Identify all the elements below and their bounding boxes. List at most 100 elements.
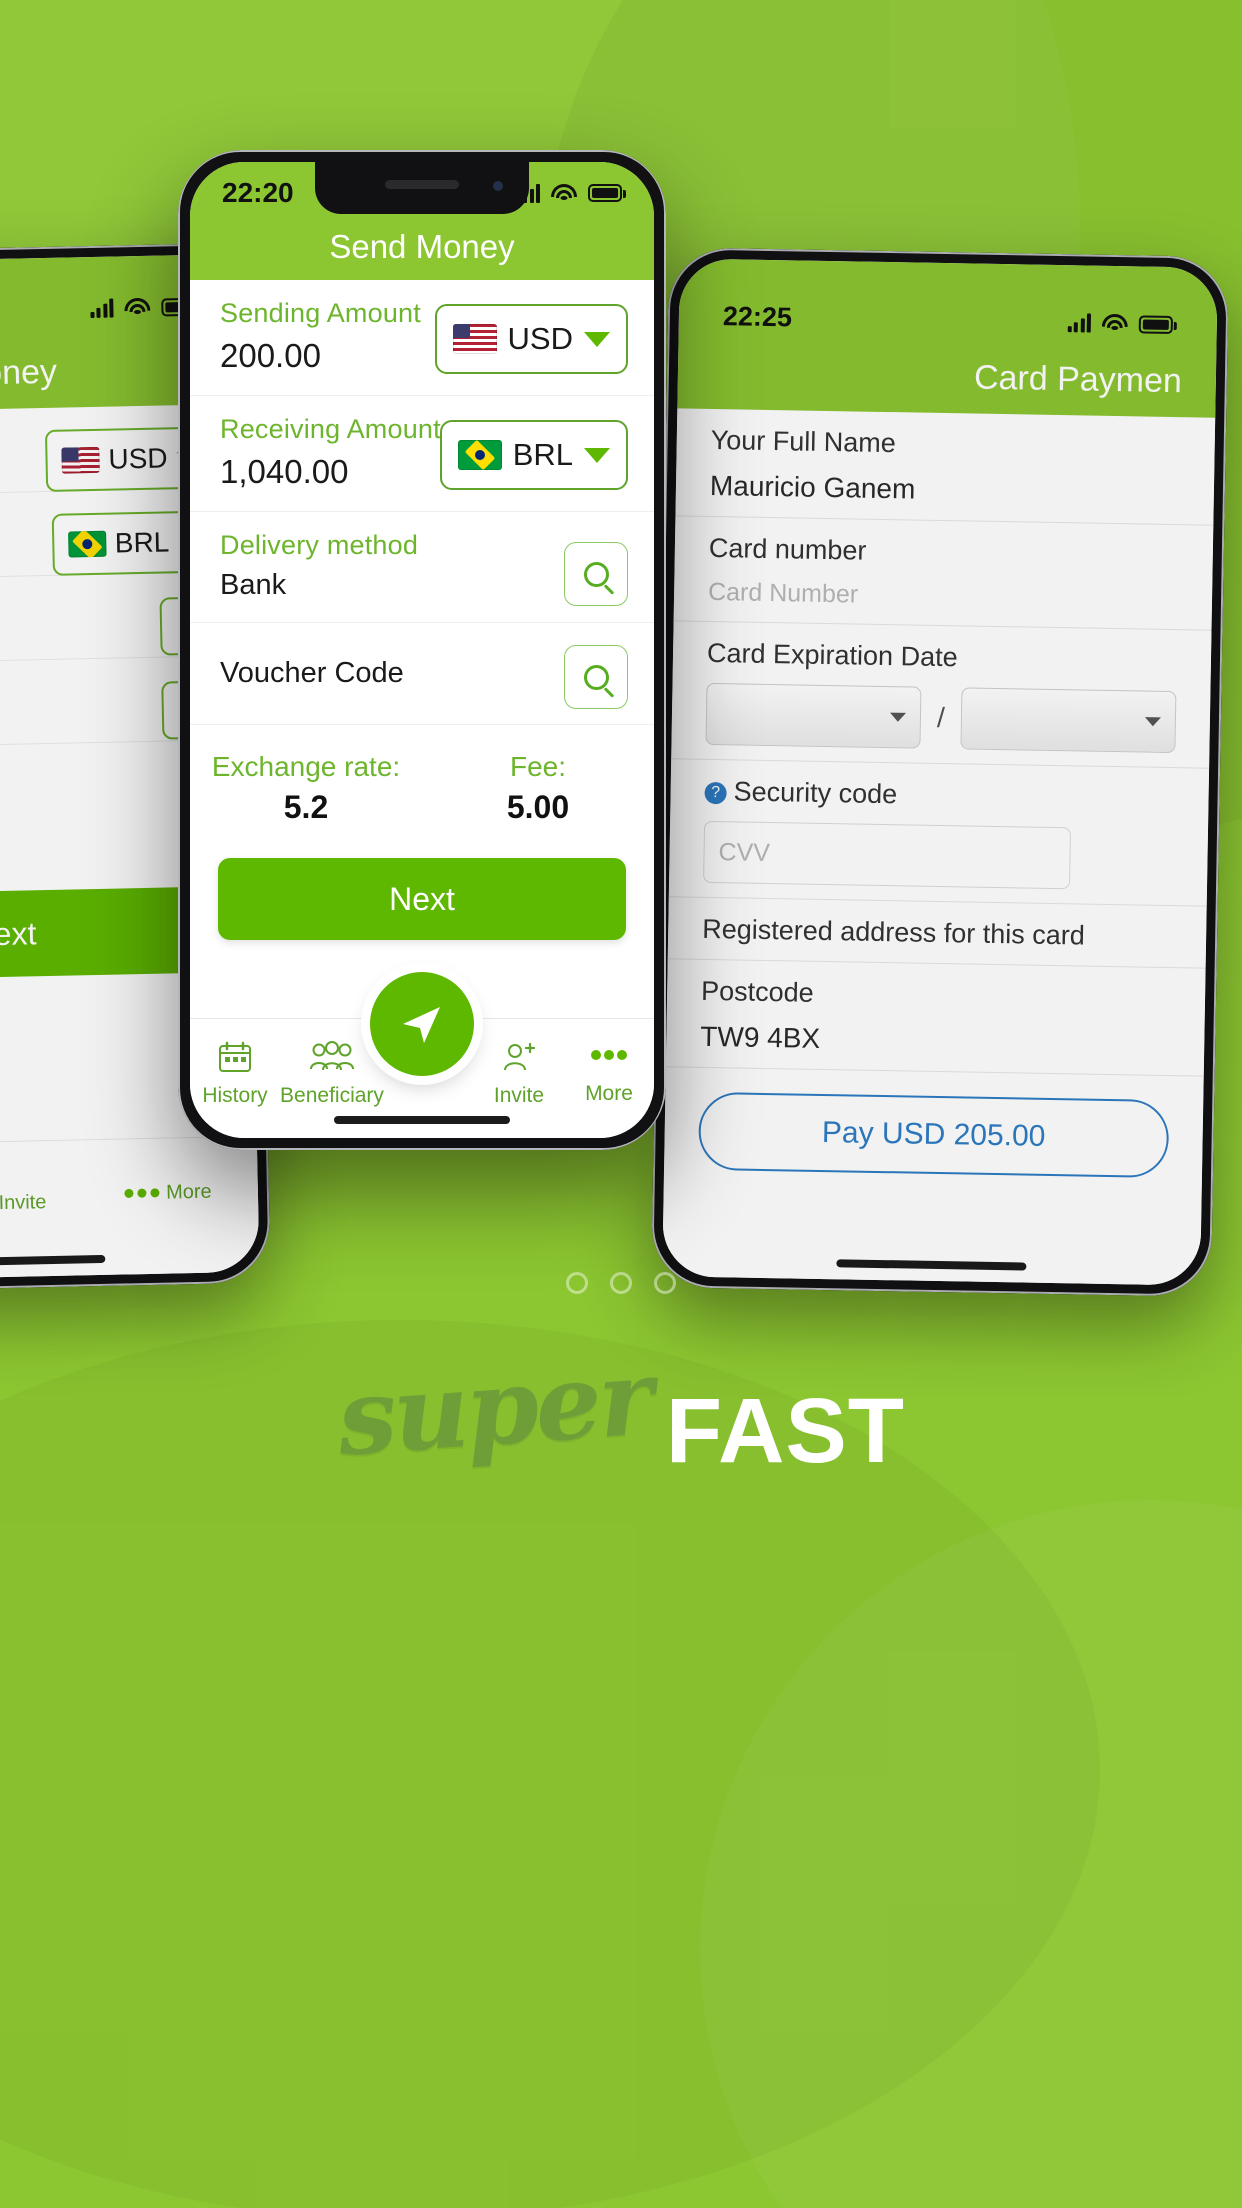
postcode-label: Postcode bbox=[700, 975, 814, 1008]
sending-amount-row: Sending Amount 200.00 USD bbox=[190, 280, 654, 396]
carousel-dot[interactable] bbox=[610, 1272, 632, 1294]
exchange-rate-value: 5.2 bbox=[283, 789, 329, 825]
form-body: Sending Amount 200.00 USD Receiving Amou… bbox=[190, 280, 654, 940]
poster-stage: d Money USD BRL bbox=[0, 0, 1242, 2208]
delivery-method-search-button[interactable] bbox=[564, 542, 628, 606]
full-name-value[interactable]: Mauricio Ganem bbox=[710, 470, 1180, 510]
front-camera bbox=[493, 181, 503, 191]
page-title: Send Money bbox=[329, 228, 515, 265]
receiving-currency-selector[interactable]: BRL bbox=[439, 420, 628, 490]
left-tab-more-label: More bbox=[165, 1180, 212, 1204]
sending-currency-selector[interactable]: USD bbox=[434, 304, 628, 374]
exchange-rate-block: Exchange rate: 5.2 bbox=[190, 751, 422, 826]
expiry-year-select[interactable] bbox=[960, 687, 1177, 754]
security-code-label: ? Security code bbox=[704, 776, 1174, 815]
tab-invite-label: Invite bbox=[493, 1084, 545, 1107]
right-header-title: Card Paymen bbox=[973, 358, 1183, 401]
voucher-code-row: Voucher Code bbox=[190, 623, 654, 725]
help-icon[interactable]: ? bbox=[704, 781, 727, 805]
people-icon bbox=[309, 1041, 354, 1071]
tagline-script: super bbox=[333, 1335, 655, 1480]
expiry-label: Card Expiration Date bbox=[706, 637, 958, 673]
right-field-registered-address: Registered address for this card bbox=[667, 897, 1207, 969]
right-status-time: 22:25 bbox=[722, 301, 793, 333]
send-fab-button[interactable] bbox=[370, 972, 474, 1076]
postcode-value[interactable]: TW9 4BX bbox=[700, 1021, 1170, 1061]
registered-address-label: Registered address for this card bbox=[701, 913, 1086, 951]
search-icon bbox=[583, 664, 609, 690]
tab-more-label: More bbox=[585, 1082, 633, 1105]
status-icons bbox=[516, 183, 626, 203]
center-phone-mockup: 22:20 Send Money Sending Amount 200.00 U… bbox=[178, 150, 666, 1150]
tab-invite[interactable]: Invite bbox=[474, 1041, 564, 1108]
wifi-icon bbox=[124, 297, 151, 318]
next-button[interactable]: Next bbox=[218, 858, 626, 940]
wifi-icon bbox=[551, 183, 577, 203]
tab-more[interactable]: More bbox=[564, 1041, 654, 1106]
right-field-security-code: ? Security code CVV bbox=[668, 759, 1210, 907]
right-field-full-name: Your Full Name Mauricio Ganem bbox=[675, 408, 1216, 526]
card-number-label: Card number bbox=[708, 532, 867, 566]
right-phone-header: 22:25 Card Paymen bbox=[677, 258, 1218, 418]
summary-row: Exchange rate: 5.2 Fee: 5.00 bbox=[190, 725, 654, 848]
br-flag-icon bbox=[457, 440, 502, 470]
sending-currency-label: USD bbox=[507, 321, 573, 356]
signal-icon bbox=[1067, 313, 1092, 333]
wifi-icon bbox=[1101, 313, 1129, 333]
carousel-dots[interactable] bbox=[0, 1272, 1242, 1294]
left-tab-more[interactable]: More bbox=[122, 1181, 212, 1206]
pay-button[interactable]: Pay USD 205.00 bbox=[698, 1091, 1170, 1179]
us-flag-icon bbox=[61, 446, 100, 474]
expiry-separator: / bbox=[936, 701, 946, 734]
ellipsis-icon bbox=[124, 1188, 160, 1198]
tagline-bold: FAST bbox=[665, 1380, 905, 1483]
home-indicator bbox=[334, 1116, 510, 1124]
ellipsis-icon bbox=[591, 1050, 627, 1060]
chevron-down-icon bbox=[584, 447, 610, 463]
chevron-down-icon bbox=[584, 331, 610, 347]
right-phone-mockup: 22:25 Card Paymen Your Full Name Maurici… bbox=[650, 247, 1230, 1297]
chevron-down-icon bbox=[1144, 717, 1161, 727]
search-icon bbox=[583, 561, 609, 587]
tab-beneficiary-label: Beneficiary bbox=[280, 1084, 384, 1107]
exchange-rate-label: Exchange rate: bbox=[211, 751, 401, 782]
voucher-search-button[interactable] bbox=[564, 645, 628, 709]
card-number-input[interactable]: Card Number bbox=[708, 578, 1178, 615]
delivery-method-row: Delivery method Bank bbox=[190, 512, 654, 623]
tab-history-label: History bbox=[202, 1084, 268, 1107]
left-tab-invite[interactable]: Invite bbox=[0, 1178, 47, 1216]
fee-label: Fee: bbox=[509, 751, 567, 782]
expiry-controls: / bbox=[705, 682, 1177, 754]
battery-icon bbox=[1138, 314, 1174, 334]
cvv-input[interactable]: CVV bbox=[703, 820, 1071, 890]
send-paper-plane-icon bbox=[403, 1007, 440, 1043]
phone-notch bbox=[315, 162, 529, 214]
full-name-label: Your Full Name bbox=[710, 424, 897, 459]
add-person-icon bbox=[503, 1042, 536, 1071]
right-field-card-number: Card number Card Number bbox=[673, 516, 1214, 631]
tab-beneficiary[interactable]: Beneficiary bbox=[280, 1041, 384, 1108]
fee-block: Fee: 5.00 bbox=[422, 751, 654, 826]
left-usd-label: USD bbox=[108, 442, 168, 475]
carousel-dot[interactable] bbox=[566, 1272, 588, 1294]
left-tab-bar: Invite More bbox=[0, 1135, 260, 1257]
right-phone-body: Your Full Name Mauricio Ganem Card numbe… bbox=[662, 408, 1216, 1286]
expiry-month-select[interactable] bbox=[705, 682, 922, 749]
br-flag-icon bbox=[67, 530, 107, 558]
left-tab-invite-label: Invite bbox=[0, 1190, 47, 1214]
chevron-down-icon bbox=[889, 712, 907, 722]
receiving-amount-row: Receiving Amount 1,040.00 BRL bbox=[190, 396, 654, 512]
right-status-bar: 22:25 bbox=[679, 300, 1217, 340]
receiving-currency-label: BRL bbox=[512, 437, 573, 472]
calendar-icon bbox=[219, 1041, 252, 1072]
tab-history[interactable]: History bbox=[190, 1041, 280, 1108]
battery-icon bbox=[588, 184, 626, 202]
right-phone-screen: 22:25 Card Paymen Your Full Name Maurici… bbox=[662, 258, 1218, 1286]
right-field-postcode: Postcode TW9 4BX bbox=[665, 959, 1206, 1077]
us-flag-icon bbox=[452, 324, 497, 354]
right-field-expiry: Card Expiration Date / bbox=[671, 621, 1212, 769]
carousel-dot[interactable] bbox=[654, 1272, 676, 1294]
right-status-icons bbox=[1067, 313, 1174, 334]
center-phone-screen: 22:20 Send Money Sending Amount 200.00 U… bbox=[190, 162, 654, 1138]
left-brl-label: BRL bbox=[114, 526, 170, 559]
